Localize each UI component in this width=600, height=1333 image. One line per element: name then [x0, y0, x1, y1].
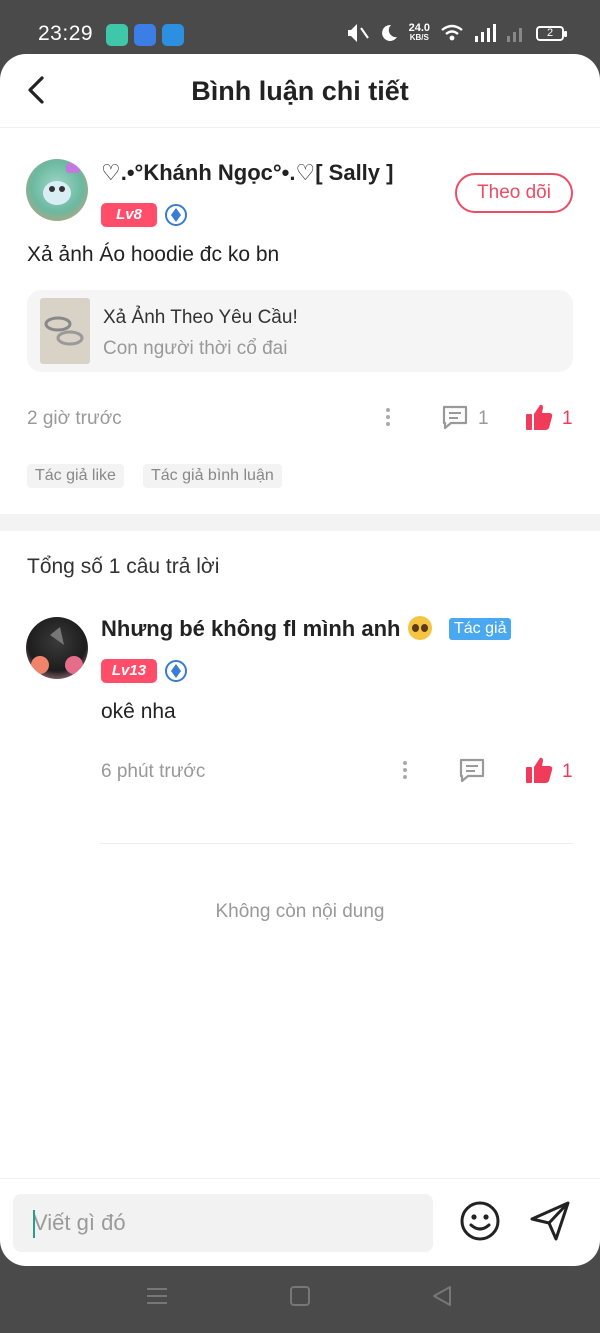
- replies-total: Tổng số 1 câu trả lời: [27, 555, 220, 578]
- tag-author-comment: Tác giả bình luận: [143, 464, 282, 488]
- reply-author-name[interactable]: Nhưng bé không fl mình anh: [101, 616, 433, 642]
- comment-detail-screen: Bình luận chi tiết ♡.•°Khánh Ngọc°•.♡[ S…: [0, 54, 600, 1266]
- moon-icon: [381, 24, 397, 41]
- section-divider: [0, 514, 600, 531]
- level-badge: Lv8: [101, 203, 157, 227]
- signal-icon-2: [507, 28, 522, 42]
- reply-level-badge: Lv13: [101, 659, 157, 683]
- verified-icon: [165, 204, 187, 226]
- reference-card[interactable]: Xả Ảnh Theo Yêu Cầu! Con người thời cổ đ…: [27, 290, 573, 372]
- home-icon[interactable]: [288, 1284, 312, 1308]
- wifi-icon: [441, 24, 463, 41]
- comment-count: 1: [478, 408, 489, 429]
- post-author-name[interactable]: ♡.•°Khánh Ngọc°•.♡[ Sally ]: [101, 160, 393, 186]
- avatar[interactable]: [26, 159, 88, 221]
- comment-input-wrapper[interactable]: [13, 1194, 433, 1252]
- reply-text: okê nha: [101, 700, 176, 723]
- author-tag: Tác giả: [449, 618, 512, 640]
- reply-author-text: Nhưng bé không fl mình anh: [101, 616, 401, 641]
- mute-icon: [347, 24, 369, 42]
- verified-icon: [165, 660, 187, 682]
- post-time: 2 giờ trước: [27, 408, 122, 429]
- tag-author-like: Tác giả like: [27, 464, 124, 488]
- thumbs-up-icon[interactable]: [524, 402, 554, 432]
- status-time: 23:29: [38, 22, 94, 45]
- more-vertical-icon[interactable]: [400, 758, 410, 784]
- like-count: 1: [562, 408, 573, 429]
- page-title: Bình luận chi tiết: [191, 76, 409, 106]
- app-notification-icon: [134, 24, 156, 46]
- reference-thumbnail: [40, 298, 90, 364]
- thumbs-up-icon[interactable]: [524, 755, 554, 785]
- pleading-face-emoji: [408, 616, 433, 640]
- status-icons: 24.0 KB/S 2: [345, 22, 567, 44]
- composer-bar: [0, 1178, 600, 1266]
- reply-like-count: 1: [562, 761, 573, 782]
- reply-avatar[interactable]: [26, 617, 88, 679]
- post-text: Xả ảnh Áo hoodie đc ko bn: [27, 243, 280, 266]
- follow-button[interactable]: Theo dõi: [455, 173, 573, 213]
- back-triangle-icon[interactable]: [430, 1284, 454, 1308]
- text-caret: [33, 1210, 35, 1238]
- reference-subtitle: Con người thời cổ đai: [103, 338, 288, 359]
- app-notification-icon: [106, 24, 128, 46]
- menu-icon[interactable]: [145, 1284, 169, 1308]
- end-of-content: Không còn nội dung: [215, 901, 385, 922]
- battery-icon: 2: [536, 25, 567, 41]
- comment-icon[interactable]: [441, 403, 469, 431]
- speed-value: 24.0: [408, 22, 430, 34]
- ring-image: [44, 316, 84, 346]
- app-notification-icon: [162, 24, 184, 46]
- comment-icon[interactable]: [458, 756, 486, 784]
- reference-title: Xả Ảnh Theo Yêu Cầu!: [103, 307, 298, 328]
- navigation-bar: [0, 1266, 600, 1333]
- status-bar: 23:29 24.0 KB/S 2: [0, 0, 600, 56]
- signal-icon: [475, 24, 496, 42]
- comment-input[interactable]: [13, 1194, 433, 1252]
- reply-divider: [100, 843, 573, 844]
- smiley-icon[interactable]: [459, 1200, 501, 1242]
- network-speed: 24.0 KB/S: [409, 23, 430, 43]
- speed-unit: KB/S: [409, 33, 429, 42]
- more-vertical-icon[interactable]: [383, 405, 393, 431]
- avatar-image: [43, 163, 80, 205]
- reply-time: 6 phút trước: [101, 761, 206, 782]
- header: Bình luận chi tiết: [0, 54, 600, 128]
- send-icon[interactable]: [528, 1199, 572, 1243]
- reply-avatar-image: [31, 627, 83, 674]
